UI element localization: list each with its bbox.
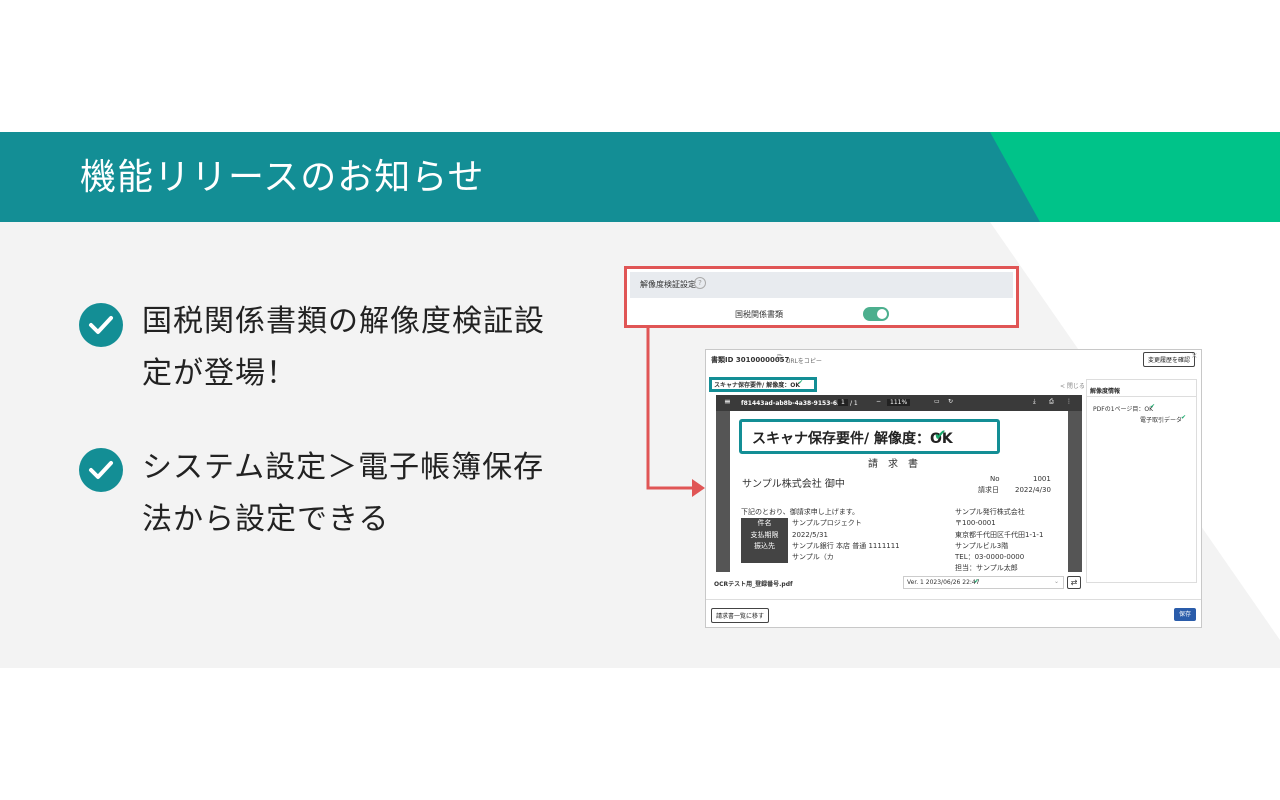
- issuer-line: 〒100-0001: [955, 519, 996, 527]
- help-icon[interactable]: ?: [694, 277, 706, 289]
- issuer-line: 担当：サンプル太郎: [955, 564, 1018, 572]
- copy-url-link[interactable]: URLをコピー: [786, 356, 822, 365]
- settings-title: 解像度検証設定: [640, 280, 696, 289]
- check-icon: ✔: [1181, 414, 1187, 421]
- callout-text: スキャナ保存要件/ 解像度：OK: [752, 431, 953, 447]
- move-to-invoice-list-button[interactable]: 請求書一覧に移す: [711, 608, 770, 623]
- issuer-line: サンプル発行株式会社: [955, 508, 1025, 516]
- pdf-scrollbar[interactable]: [1068, 411, 1082, 572]
- pdf-page-count: / 1: [850, 400, 858, 407]
- save-button[interactable]: 保存: [1174, 608, 1196, 621]
- row-value-extra: サンプル（カ: [792, 553, 834, 561]
- file-name: OCRテスト用_登録番号.pdf: [714, 581, 793, 588]
- invoice-date-value: 2022/4/30: [1015, 486, 1051, 494]
- invoice-no-label: No: [990, 475, 1000, 483]
- side-panel-title: 解像度情報: [1090, 388, 1121, 395]
- row-value: 2022/5/31: [792, 531, 828, 539]
- pdf-first-page-status: PDFの1ページ目：OK: [1093, 406, 1154, 413]
- invoice-date-label: 請求日: [978, 486, 999, 494]
- row-label: 支払期限: [741, 530, 788, 541]
- pdf-frame-left: [716, 411, 730, 572]
- e-transaction-label: 電子取引データ: [1140, 417, 1183, 424]
- issuer-line: TEL：03-0000-0000: [955, 553, 1025, 561]
- row-value: サンプルプロジェクト: [792, 519, 862, 527]
- resolution-check-toggle[interactable]: [863, 307, 889, 321]
- rotate-icon[interactable]: ↻: [948, 398, 953, 405]
- toggle-knob: [877, 309, 887, 319]
- invoice-intro: 下記のとおり、御請求申し上げます。: [741, 508, 860, 516]
- resolution-status-callout: スキャナ保存要件/ 解像度：OK ✔: [739, 419, 1000, 454]
- fit-page-icon[interactable]: ▭: [934, 398, 940, 405]
- row-label: 件名: [741, 518, 788, 529]
- zoom-out-icon[interactable]: −: [876, 398, 881, 405]
- side-divider: [1087, 396, 1196, 397]
- close-icon[interactable]: ×: [1191, 351, 1198, 360]
- row-label: 振込先: [741, 541, 788, 552]
- check-icon: ✔: [934, 426, 947, 444]
- check-icon: ✔: [974, 578, 980, 585]
- download-icon[interactable]: ⤓: [1033, 398, 1036, 406]
- chevron-down-icon: ⌄: [1054, 578, 1060, 585]
- check-icon: ✔: [1150, 403, 1156, 410]
- resolution-settings-panel: 解像度検証設定 ? 国税関係書類: [624, 266, 1019, 328]
- pdf-filename: f81443ad-ab8b-4a38-9153-6...: [741, 400, 844, 407]
- menu-icon[interactable]: ≡: [724, 397, 731, 406]
- refresh-button[interactable]: ⇄: [1067, 576, 1081, 589]
- copy-icon[interactable]: ⎘: [777, 354, 783, 363]
- history-button[interactable]: 変更履歴を確認: [1143, 352, 1196, 367]
- national-tax-docs-label: 国税関係書類: [735, 310, 783, 319]
- pdf-page-input[interactable]: 1: [838, 399, 848, 406]
- status-label-small: スキャナ保存要件/ 解像度：OK: [714, 382, 801, 389]
- more-options-icon[interactable]: ⋮: [1066, 398, 1072, 405]
- invoice-no-value: 1001: [1033, 475, 1051, 483]
- zoom-level[interactable]: 111%: [887, 399, 911, 406]
- version-select-value: Ver. 1 2023/06/26 22:47: [907, 579, 980, 586]
- footer-divider: [706, 599, 1201, 600]
- collapse-link[interactable]: < 閉じる: [1060, 381, 1085, 390]
- check-icon: ✔: [798, 379, 804, 386]
- settings-header: 解像度検証設定 ?: [630, 272, 1013, 298]
- invoice-title: 請 求 書: [868, 459, 918, 470]
- issuer-line: 東京都千代田区千代田1-1-1: [955, 531, 1044, 539]
- issuer-line: サンプルビル3階: [955, 542, 1009, 550]
- invoice-customer: サンプル株式会社 御中: [742, 479, 845, 490]
- version-select[interactable]: Ver. 1 2023/06/26 22:47: [903, 576, 1064, 589]
- print-icon[interactable]: ⎙: [1049, 398, 1054, 406]
- row-value: サンプル銀行 本店 普通 1111111: [792, 542, 900, 550]
